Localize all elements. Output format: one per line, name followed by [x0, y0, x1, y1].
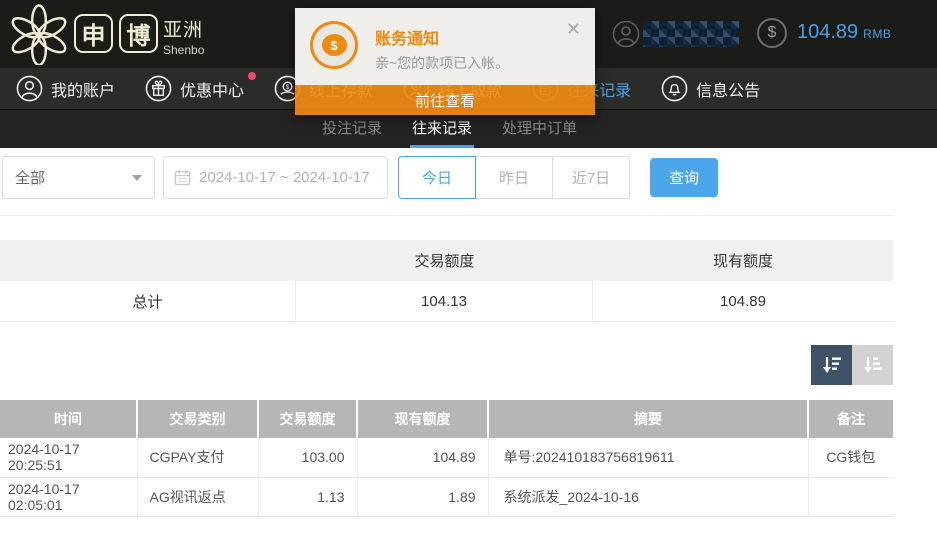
nav-item-promotions[interactable]: 优惠中心: [145, 75, 244, 102]
today-button[interactable]: 今日: [398, 156, 476, 199]
category-selected-value: 全部: [15, 167, 45, 188]
cell-note: CG钱包: [808, 438, 893, 477]
transactions-table: 时间 交易类别 交易额度 现有额度 摘要 备注 2024-10-17 20:25…: [0, 400, 893, 517]
cell-amount: 1.13: [258, 477, 357, 516]
balance-amount: 104.89: [797, 21, 858, 43]
brand-name-en: Shenbo: [163, 43, 204, 57]
record-tabs: 投注记录 往来记录 处理中订单: [0, 110, 937, 148]
balance-display[interactable]: 104.89 RMB: [797, 21, 891, 44]
username-blurred[interactable]: [643, 21, 739, 47]
summary-trade-total: 104.13: [296, 281, 593, 321]
popup-message: 亲~您的款项已入帐。: [375, 53, 509, 73]
summary-header-row: 交易额度 现有额度: [0, 240, 893, 281]
cell-type: AG视讯返点: [137, 477, 258, 516]
table-row: 2024-10-17 20:25:51 CGPAY支付 103.00 104.8…: [0, 438, 893, 477]
header-balance: 现有额度: [357, 400, 488, 438]
nav-item-announcements[interactable]: 信息公告: [661, 75, 760, 102]
category-select[interactable]: 全部: [2, 156, 155, 199]
header-note: 备注: [808, 400, 893, 438]
calendar-icon: [174, 169, 191, 186]
notification-dot-badge: [248, 72, 256, 80]
date-range-input[interactable]: 2024-10-17 ~ 2024-10-17: [163, 156, 388, 199]
date-range-value: 2024-10-17 ~ 2024-10-17: [199, 169, 370, 186]
cell-time: 2024-10-17 20:25:51: [0, 438, 137, 477]
nav-label: 信息公告: [696, 77, 760, 101]
summary-total-label: 总计: [0, 281, 296, 321]
sort-controls: [811, 345, 893, 385]
summary-total-row: 总计 104.13 104.89: [0, 281, 893, 322]
cell-type: CGPAY支付: [137, 438, 258, 477]
user-avatar-icon: [612, 20, 640, 48]
brand-char-2: 博: [119, 14, 158, 53]
sort-ascending-icon: [861, 353, 885, 377]
brand-flower-logo-icon: [8, 3, 70, 65]
brand-region: 亚洲 Shenbo: [163, 15, 204, 57]
summary-balance-total: 104.89: [593, 281, 893, 321]
cell-balance: 1.89: [357, 477, 488, 516]
svg-text:$: $: [286, 84, 290, 91]
cell-summary: 系统派发_2024-10-16: [488, 477, 808, 516]
cell-note: [808, 477, 893, 516]
user-icon: [16, 75, 43, 102]
cell-amount: 103.00: [258, 438, 357, 477]
close-icon[interactable]: ✕: [566, 20, 581, 38]
popup-body: $ 账务通知 亲~您的款项已入帐。 ✕: [295, 8, 595, 85]
dollar-chat-bubble-icon: $: [322, 34, 347, 56]
header-amount: 交易额度: [258, 400, 357, 438]
tab-transaction-records[interactable]: 往来记录: [412, 110, 472, 148]
yesterday-button[interactable]: 昨日: [475, 156, 553, 199]
brand-region-cn: 亚洲: [163, 15, 204, 42]
sort-ascending-button[interactable]: [852, 345, 893, 385]
cell-time: 2024-10-17 02:05:01: [0, 477, 137, 516]
summary-table: 交易额度 现有额度 总计 104.13 104.89: [0, 240, 893, 322]
last-7-days-button[interactable]: 近7日: [552, 156, 630, 199]
cell-summary: 单号:202410183756819611: [488, 438, 808, 477]
tab-pending-orders[interactable]: 处理中订单: [502, 110, 577, 148]
tab-betting-records[interactable]: 投注记录: [322, 110, 382, 148]
nav-item-my-account[interactable]: 我的账户: [16, 75, 115, 102]
section-divider: [0, 215, 893, 216]
sort-descending-button[interactable]: [811, 345, 852, 385]
transaction-records-page: 申 博 亚洲 Shenbo $ 104.89 RMB 我的账户: [0, 0, 937, 536]
table-header-row: 时间 交易类别 交易额度 现有额度 摘要 备注: [0, 400, 893, 438]
cell-balance: 104.89: [357, 438, 488, 477]
popup-title: 账务通知: [375, 25, 439, 49]
go-to-view-button[interactable]: 前往查看: [295, 85, 595, 115]
summary-header-balance: 现有额度: [593, 240, 893, 281]
quick-date-button-group: 今日 昨日 近7日: [398, 156, 630, 199]
brand-char-1: 申: [74, 14, 113, 53]
balance-currency: RMB: [863, 27, 891, 41]
balance-dollar-icon: $: [757, 18, 787, 48]
sort-descending-icon: [820, 353, 844, 377]
table-row: 2024-10-17 02:05:01 AG视讯返点 1.13 1.89 系统派…: [0, 477, 893, 516]
summary-header-empty: [0, 240, 296, 281]
gift-icon: [145, 75, 172, 102]
account-notification-popup: $ 账务通知 亲~您的款项已入帐。 ✕ 前往查看: [295, 8, 595, 115]
money-notification-icon: $: [310, 21, 358, 69]
header-type: 交易类别: [137, 400, 258, 438]
nav-label: 优惠中心: [180, 77, 244, 101]
header-summary: 摘要: [488, 400, 808, 438]
header-time: 时间: [0, 400, 137, 438]
query-button[interactable]: 查询: [650, 158, 718, 197]
content-area: 全部 2024-10-17 ~ 2024-10-17 今日 昨日 近7日 查询: [0, 148, 937, 536]
nav-label: 我的账户: [51, 77, 115, 101]
summary-header-trade: 交易额度: [296, 240, 593, 281]
bell-icon: [661, 75, 688, 102]
chevron-down-icon: [132, 175, 142, 181]
